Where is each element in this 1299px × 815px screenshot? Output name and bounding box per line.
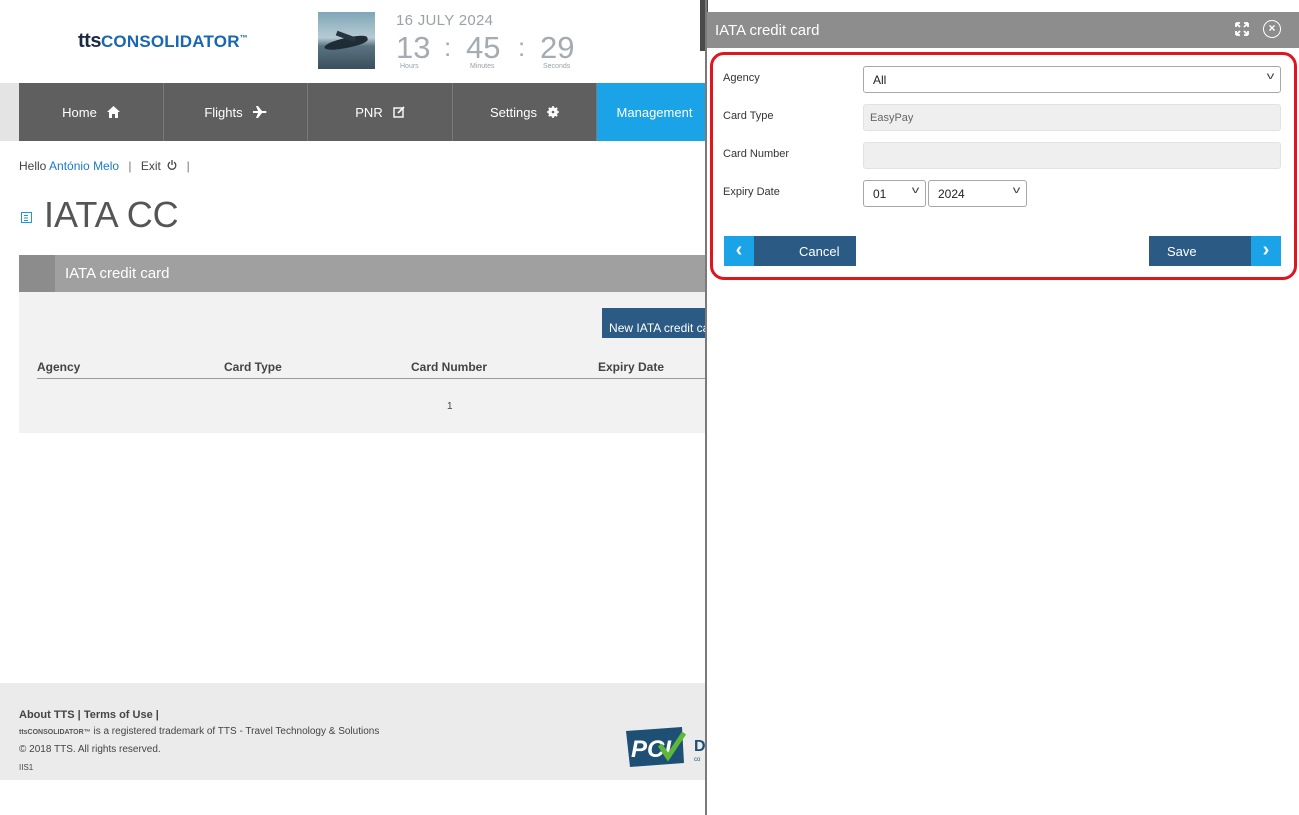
chevron-down-icon: v bbox=[911, 185, 920, 196]
terms-link[interactable]: Terms of Use bbox=[84, 709, 153, 721]
expiry-date-label: Expiry Date bbox=[723, 186, 780, 198]
nav-home[interactable]: Home bbox=[19, 83, 164, 141]
about-link[interactable]: About TTS bbox=[19, 709, 75, 721]
gear-icon bbox=[546, 106, 559, 118]
close-icon[interactable]: × bbox=[1263, 20, 1281, 38]
main-nav: Home Flights PNR Settings Management bbox=[0, 83, 706, 141]
chevron-down-icon: v bbox=[1012, 185, 1021, 196]
pci-dss-badge: PCI D co bbox=[626, 727, 706, 767]
badge-sub: co bbox=[694, 757, 701, 763]
save-button[interactable]: Save › bbox=[1149, 236, 1281, 266]
iata-credit-card-panel: IATA credit card × Agency All v Card Typ… bbox=[707, 12, 1299, 815]
card-type-label: Card Type bbox=[723, 110, 774, 122]
new-iata-credit-card-button[interactable]: New IATA credit card bbox=[602, 308, 706, 338]
user-bar: Hello António Melo | Exit | bbox=[19, 159, 190, 173]
expiry-month-select[interactable]: 01 v bbox=[863, 180, 926, 207]
credit-card-list: New IATA credit card Agency Card Type Ca… bbox=[19, 292, 706, 433]
tts-consolidator-logo[interactable]: ttsCONSOLIDATOR™ bbox=[78, 30, 248, 53]
panel-header: IATA credit card × bbox=[707, 12, 1299, 48]
clock-separator: : bbox=[518, 32, 526, 62]
cancel-button[interactable]: ‹ Cancel bbox=[724, 236, 856, 266]
nav-pnr[interactable]: PNR bbox=[308, 83, 453, 141]
page-title: IATA CC bbox=[21, 194, 179, 236]
nav-label: Flights bbox=[204, 104, 243, 120]
panel-title: IATA credit card bbox=[715, 22, 820, 39]
column-header-card-number[interactable]: Card Number bbox=[411, 360, 487, 374]
dss-letter: D bbox=[694, 738, 706, 755]
nav-label: Home bbox=[62, 104, 97, 120]
column-header-card-type[interactable]: Card Type bbox=[224, 360, 282, 374]
agency-select[interactable]: All v bbox=[863, 66, 1281, 93]
clock-seconds: 29 bbox=[540, 30, 575, 65]
column-header-expiry-date[interactable]: Expiry Date bbox=[598, 360, 664, 374]
exit-link[interactable]: Exit bbox=[141, 159, 181, 173]
nav-label: PNR bbox=[355, 104, 383, 120]
footer: About TTS | Terms of Use | ttsCONSOLIDAT… bbox=[0, 683, 706, 780]
section-header: IATA credit card bbox=[19, 255, 706, 292]
nav-label: Settings bbox=[490, 104, 537, 120]
list-icon bbox=[21, 211, 32, 223]
nav-flights[interactable]: Flights bbox=[164, 83, 308, 141]
agency-label: Agency bbox=[723, 72, 760, 84]
clock-hours: 13 bbox=[396, 30, 431, 65]
expand-icon[interactable] bbox=[1235, 22, 1249, 36]
chevron-down-icon: v bbox=[1266, 71, 1275, 82]
home-icon bbox=[106, 106, 120, 118]
chevron-left-icon: ‹ bbox=[724, 236, 754, 266]
clock-separator: : bbox=[444, 32, 452, 62]
pagination-page[interactable]: 1 bbox=[447, 401, 453, 412]
clock-minutes: 45 bbox=[466, 30, 501, 65]
nav-settings[interactable]: Settings bbox=[453, 83, 597, 141]
hours-label: Hours bbox=[400, 63, 419, 70]
chevron-right-icon: › bbox=[1251, 236, 1281, 266]
nav-management[interactable]: Management bbox=[597, 83, 706, 141]
pci-text: PCI bbox=[631, 736, 672, 763]
power-icon bbox=[167, 160, 177, 170]
seconds-label: Seconds bbox=[543, 63, 571, 70]
airplane-icon bbox=[252, 106, 267, 118]
nav-label: Management bbox=[616, 104, 693, 120]
card-number-field[interactable] bbox=[863, 142, 1281, 169]
mini-logo: ttsCONSOLIDATOR™ bbox=[19, 729, 91, 736]
column-header-agency[interactable]: Agency bbox=[37, 360, 80, 374]
airplane-banner-image bbox=[318, 12, 375, 69]
main-page: ttsCONSOLIDATOR™ 16 JULY 2024 13 : 45 : … bbox=[0, 0, 706, 815]
card-number-label: Card Number bbox=[723, 148, 790, 160]
edit-icon bbox=[393, 106, 405, 118]
current-date: 16 JULY 2024 bbox=[396, 12, 494, 29]
user-name-link[interactable]: António Melo bbox=[49, 159, 119, 173]
minutes-label: Minutes bbox=[470, 63, 495, 70]
card-type-field: EasyPay bbox=[863, 104, 1281, 131]
expiry-year-select[interactable]: 2024 v bbox=[928, 180, 1027, 207]
